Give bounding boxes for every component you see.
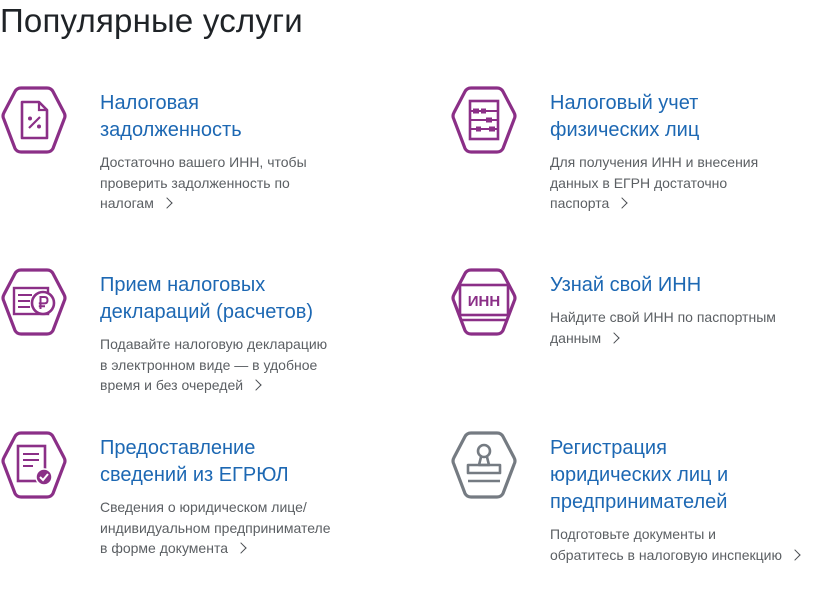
desc-line: данных в ЕГРН достаточно — [550, 174, 728, 191]
service-description: Найдите свой ИНН по паспортным данным — [550, 307, 825, 348]
desc-line: налогам — [100, 195, 154, 211]
title-line: юридических лиц и — [550, 464, 729, 486]
title-line: деклараций (расчетов) — [100, 301, 314, 323]
service-description: Подавайте налоговую декларацию в электро… — [100, 334, 400, 396]
desc-line: паспорта — [550, 195, 610, 211]
service-title-link[interactable]: Регистрация юридических лиц и предприним… — [550, 435, 825, 516]
chevron-right-icon[interactable] — [789, 548, 801, 561]
service-title-link[interactable]: Предоставление сведений из ЕГРЮЛ — [100, 435, 400, 489]
desc-line: Подавайте налоговую декларацию — [100, 336, 328, 352]
service-description: Для получения ИНН и внесения данных в ЕГ… — [550, 152, 825, 214]
title-line: Налоговая — [100, 92, 199, 114]
page-title: Популярные услуги — [0, 2, 303, 39]
desc-line: данным — [550, 329, 602, 346]
title-line: задолженность — [100, 119, 242, 141]
document-ruble-icon[interactable] — [0, 266, 68, 338]
title-line: Налоговый учет — [550, 92, 699, 114]
desc-line: Для получения ИНН и внесения — [550, 154, 759, 170]
desc-line: Сведения о юридическом лице/ — [100, 499, 307, 515]
title-line: физических лиц — [550, 119, 700, 141]
abacus-icon[interactable] — [450, 84, 518, 156]
document-check-icon[interactable] — [0, 429, 68, 501]
title-line: Регистрация — [550, 437, 667, 459]
service-title-link[interactable]: Узнай свой ИНН — [550, 272, 825, 299]
chevron-right-icon[interactable] — [250, 379, 262, 391]
service-description: Сведения о юридическом лице/ индивидуаль… — [100, 497, 400, 559]
chevron-right-icon[interactable] — [235, 542, 247, 554]
desc-line: индивидуальном предпринимателе — [100, 519, 331, 536]
tax-debt-document-percent-icon[interactable] — [0, 84, 68, 156]
desc-line: в форме документа — [100, 540, 228, 556]
service-title-link[interactable]: Прием налоговых деклараций (расчетов) — [100, 272, 400, 326]
chevron-right-icon[interactable] — [608, 331, 620, 344]
desc-line: Найдите свой ИНН по паспортным — [550, 309, 776, 325]
desc-line: в электронном виде — в удобное — [100, 356, 318, 373]
desc-line: Подготовьте документы и — [550, 526, 717, 542]
desc-line: проверить задолженность по — [100, 174, 290, 191]
service-title-link[interactable]: Налоговый учет физических лиц — [550, 90, 825, 144]
inn-label: ИНН — [468, 293, 500, 310]
stamp-icon[interactable] — [450, 429, 518, 501]
title-line: Узнай свой ИНН — [550, 274, 702, 296]
title-line: Прием налоговых — [100, 274, 266, 296]
title-line: сведений из ЕГРЮЛ — [100, 464, 289, 486]
chevron-right-icon[interactable] — [161, 197, 173, 209]
title-line: предпринимателей — [550, 491, 728, 513]
service-description: Подготовьте документы и обратитесь в нал… — [550, 524, 825, 565]
inn-card-icon[interactable]: ИНН — [450, 266, 518, 338]
service-description: Достаточно вашего ИНН, чтобы проверить з… — [100, 152, 400, 214]
service-title-link[interactable]: Налоговая задолженность — [100, 90, 400, 144]
title-line: Предоставление — [100, 437, 256, 459]
chevron-right-icon[interactable] — [616, 197, 628, 209]
desc-line: обратитесь в налоговую инспекцию — [550, 546, 782, 563]
desc-line: время и без очередей — [100, 377, 244, 393]
desc-line: Достаточно вашего ИНН, чтобы — [100, 154, 307, 170]
